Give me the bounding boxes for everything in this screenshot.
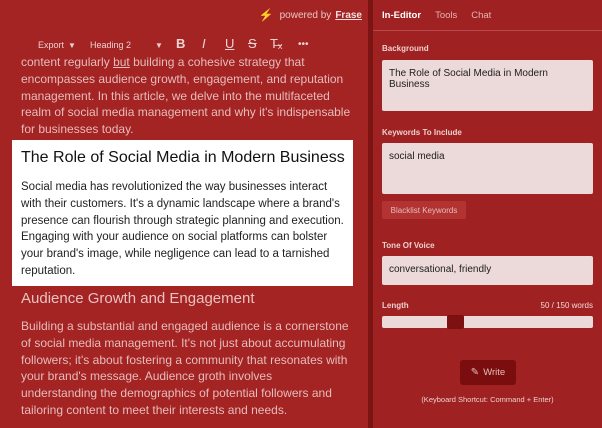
section-heading: The Role of Social Media in Modern Busin… bbox=[21, 149, 345, 166]
tab-divider bbox=[373, 30, 602, 31]
length-slider[interactable] bbox=[382, 315, 593, 329]
strikethrough-icon[interactable]: S bbox=[248, 36, 257, 51]
export-label: Export bbox=[38, 40, 65, 50]
keyboard-shortcut-hint: (Keyboard Shortcut: Command + Enter) bbox=[421, 395, 554, 404]
clear-format-icon[interactable]: T̶ₓ bbox=[270, 36, 282, 51]
intro-underlined-word: but bbox=[113, 55, 130, 69]
pencil-icon: ✎ bbox=[470, 367, 480, 378]
length-label: Length bbox=[382, 301, 409, 310]
section-paragraph: Social media has revolutionized the way … bbox=[21, 181, 344, 277]
write-label: Write bbox=[483, 367, 506, 378]
chevron-down-icon: ▼ bbox=[155, 40, 163, 50]
more-options-icon[interactable]: ••• bbox=[298, 39, 309, 50]
background-label: Background bbox=[382, 44, 429, 53]
brand-link[interactable]: Frase bbox=[335, 10, 362, 21]
heading-label: Heading 2 bbox=[90, 40, 132, 50]
tab-tools[interactable]: Tools bbox=[435, 10, 457, 21]
italic-icon[interactable]: I bbox=[202, 36, 206, 51]
section2-heading[interactable]: Audience Growth and Engagement bbox=[21, 290, 255, 307]
heading-select[interactable]: Heading 2 ▼ bbox=[90, 40, 163, 50]
panel-tabs: In-Editor Tools Chat bbox=[373, 0, 602, 30]
intro-paragraph[interactable]: content regularly but building a cohesiv… bbox=[21, 54, 351, 138]
editor-pane: ⚡ powered by Frase Export ▼ Heading 2 ▼ … bbox=[0, 0, 368, 428]
blacklist-keywords-button[interactable]: Blacklist Keywords bbox=[382, 201, 466, 219]
section2-paragraph[interactable]: Building a substantial and engaged audie… bbox=[21, 318, 351, 419]
powered-by-label: powered by bbox=[279, 9, 332, 21]
background-input[interactable]: The Role of Social Media in Modern Busin… bbox=[382, 60, 593, 111]
write-button[interactable]: ✎ Write bbox=[460, 360, 516, 385]
intro-text: content regularly bbox=[21, 55, 114, 69]
tab-chat[interactable]: Chat bbox=[471, 10, 491, 21]
length-count: 50 / 150 words bbox=[540, 301, 593, 310]
export-dropdown[interactable]: Export ▼ bbox=[38, 40, 76, 50]
underline-icon[interactable]: U bbox=[225, 36, 234, 51]
keywords-input[interactable]: social media bbox=[382, 143, 593, 194]
side-panel: In-Editor Tools Chat Background The Role… bbox=[373, 0, 602, 428]
chevron-down-icon: ▼ bbox=[68, 40, 76, 50]
bolt-icon: ⚡ bbox=[258, 8, 274, 22]
tab-in-editor[interactable]: In-Editor bbox=[382, 10, 421, 21]
bold-icon[interactable]: B bbox=[176, 36, 185, 51]
tone-input[interactable]: conversational, friendly bbox=[382, 256, 593, 285]
highlighted-section[interactable]: The Role of Social Media in Modern Busin… bbox=[12, 140, 353, 286]
keywords-label: Keywords To Include bbox=[382, 128, 462, 137]
slider-thumb[interactable] bbox=[447, 315, 464, 329]
editor-topbar: ⚡ powered by Frase bbox=[0, 0, 368, 30]
tone-label: Tone Of Voice bbox=[382, 241, 435, 250]
